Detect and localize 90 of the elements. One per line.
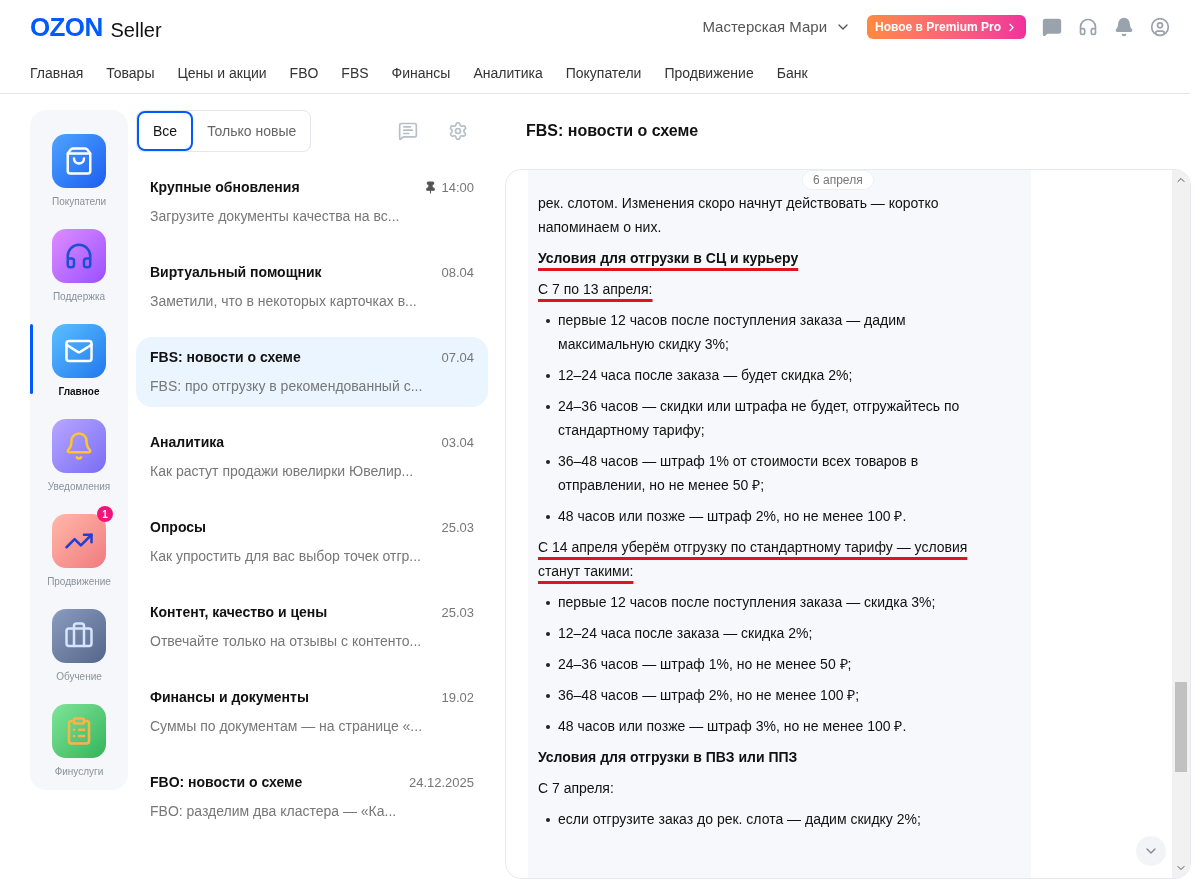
message-preview: Отвечайте только на отзывы с контенто...: [150, 632, 423, 651]
nav-link[interactable]: Аналитика: [473, 63, 543, 84]
nav-link[interactable]: Покупатели: [565, 63, 642, 84]
message-item[interactable]: FBS: новости о схеме 07.04 FBS: про отгрузку в рекомендованный с...: [136, 337, 488, 407]
bullet-icon: [546, 374, 550, 378]
list-item: 48 часов или позже — штраф 3%, но не менее 100 ₽.: [558, 717, 907, 736]
message-date: 19.02: [441, 688, 474, 707]
message-item[interactable]: Аналитика 03.04 Как растут продажи ювелирки Ювелир...: [136, 422, 488, 492]
message-preview: Суммы по документам — на странице «...: [150, 717, 423, 736]
nav-link[interactable]: Финансы: [391, 63, 451, 84]
bullet-icon: [546, 632, 550, 636]
message-title: Аналитика: [150, 433, 225, 452]
active-indicator: [30, 324, 33, 394]
list-item: 24–36 часов — штраф 1%, но не менее 50 ₽;: [558, 655, 852, 674]
message-preview: FBO: разделим два кластера — «Ка...: [150, 802, 398, 821]
paragraph: С 14 апреля уберём отгрузку по стандартному тарифу — условия станут такими:: [538, 538, 969, 581]
paragraph: С 7 апреля:: [538, 779, 615, 798]
nav-link[interactable]: Банк: [776, 63, 808, 84]
shop-selector[interactable]: Мастерская Мари: [702, 15, 852, 39]
message-preview: Загрузите документы качества на вс...: [150, 207, 401, 226]
filter-tab[interactable]: Все: [137, 111, 194, 151]
list-item: 48 часов или позже — штраф 2%, но не менее 100 ₽.: [558, 507, 907, 526]
logo-suffix: Seller: [110, 20, 162, 40]
message-title: Опросы: [150, 518, 206, 537]
list-item: если отгрузите заказ до рек. слота — дадим скидку 2%;: [558, 810, 921, 829]
message-date: 07.04: [441, 348, 474, 367]
message-date: 25.03: [441, 603, 474, 622]
scrollbar-thumb[interactable]: [1175, 682, 1187, 772]
list-item: 36–48 часов — штраф 1% от стоимости всех товаров в отправлении, но не менее 50 ₽;: [558, 452, 920, 495]
bullet-icon: [546, 725, 550, 729]
bullet-icon: [546, 694, 550, 698]
notification-badge: 1: [97, 506, 113, 522]
notification-icon[interactable]: [1114, 17, 1134, 37]
profile-icon[interactable]: [1150, 17, 1170, 37]
bullet-icon: [546, 663, 550, 667]
chat-icon[interactable]: [1042, 17, 1062, 37]
message-date: 14:00: [441, 178, 474, 197]
bullet-icon: [546, 601, 550, 605]
message-title: Крупные обновления: [150, 178, 300, 197]
bell-icon: [64, 431, 94, 461]
message-title: Виртуальный помощник: [150, 263, 322, 282]
message-item[interactable]: Финансы и документы 19.02 Суммы по документам — на странице «...: [136, 677, 488, 747]
message-item[interactable]: Контент, качество и цены 25.03 Отвечайте только на отзывы с контенто...: [136, 592, 488, 662]
article-title: FBS: новости о схеме: [526, 121, 700, 141]
nav-link[interactable]: Цены и акции: [177, 63, 267, 84]
message-item[interactable]: Крупные обновления 14:00 Загрузите документы качества на вс...: [136, 167, 488, 237]
scroll-down-button[interactable]: [1136, 836, 1166, 866]
message-preview: FBS: про отгрузку в рекомендованный с...: [150, 377, 424, 396]
nav-link[interactable]: FBO: [289, 63, 319, 84]
message-title: FBO: новости о схеме: [150, 773, 303, 792]
message-title: FBS: новости о схеме: [150, 348, 301, 367]
list-item: 12–24 часа после заказа — скидка 2%;: [558, 624, 813, 643]
headset-icon: [64, 241, 94, 271]
message-date: 24.12.2025: [408, 773, 474, 792]
logo[interactable]: OZON: [30, 14, 103, 40]
paragraph: рек. слотом. Изменения скоро начнут действовать — коротко напоминаем о них.: [538, 194, 940, 237]
bullet-icon: [546, 405, 550, 409]
list-item: 36–48 часов — штраф 2%, но не менее 100 ₽;: [558, 686, 860, 705]
settings-icon[interactable]: [448, 121, 468, 141]
message-title: Финансы и документы: [150, 688, 309, 707]
date-chip: 6 апреля: [802, 170, 874, 190]
nav-link[interactable]: Продвижение: [664, 63, 754, 84]
message-preview: Как растут продажи ювелирки Ювелир...: [150, 462, 415, 481]
list-item: 12–24 часа после заказа — будет скидка 2%;: [558, 366, 853, 385]
section-heading: Условия для отгрузки в ПВЗ или ППЗ: [538, 748, 799, 767]
message-date: 25.03: [441, 518, 474, 537]
nav-link[interactable]: Товары: [106, 63, 155, 84]
section-heading: Условия для отгрузки в СЦ и курьеру: [538, 249, 800, 268]
message-date: 08.04: [441, 263, 474, 282]
bullet-icon: [546, 818, 550, 822]
filter-tab[interactable]: Только новые: [193, 111, 311, 151]
shopping-bag-icon: [64, 146, 94, 176]
bullet-icon: [546, 460, 550, 464]
list-item: 24–36 часов — скидки или штрафа не будет, отгружайтесь по стандартному тарифу;: [558, 397, 961, 440]
list-item: первые 12 часов после поступления заказа — скидка 3%;: [558, 593, 936, 612]
message-preview: Как упростить для вас выбор точек отгр...: [150, 547, 422, 566]
message-item[interactable]: FBO: новости о схеме 24.12.2025 FBO: разделим два кластера — «Ка...: [136, 762, 488, 832]
bullet-icon: [546, 319, 550, 323]
message-preview: Заметили, что в некоторых карточках в...: [150, 292, 418, 311]
message-item[interactable]: Опросы 25.03 Как упростить для вас выбор точек отгр...: [136, 507, 488, 577]
paragraph: С 7 по 13 апреля:: [538, 280, 654, 299]
message-date: 03.04: [441, 433, 474, 452]
headset-icon[interactable]: [1078, 17, 1098, 37]
list-item: первые 12 часов после поступления заказа — дадим максимальную скидку 3%;: [558, 311, 907, 354]
mark-read-icon[interactable]: [398, 121, 418, 141]
nav-link[interactable]: Главная: [30, 63, 84, 84]
message-item[interactable]: Виртуальный помощник 08.04 Заметили, что в некоторых карточках в...: [136, 252, 488, 322]
bullet-icon: [546, 515, 550, 519]
message-title: Контент, качество и цены: [150, 603, 328, 622]
nav-link[interactable]: FBS: [341, 63, 369, 84]
